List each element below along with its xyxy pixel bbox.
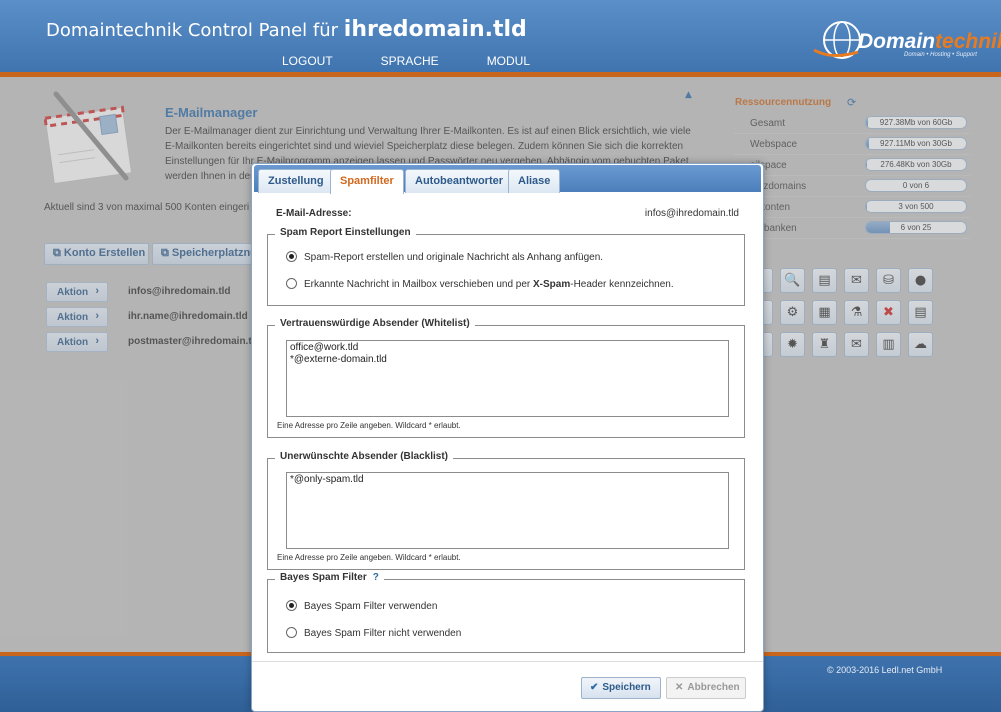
whitelist-legend: Vertrauenswürdige Absender (Whitelist)	[275, 318, 475, 329]
spam-report-option-move[interactable]: Erkannte Nachricht in Mailbox verschiebe…	[286, 278, 674, 290]
blacklist-fieldset: Unerwünschte Absender (Blacklist) Eine A…	[267, 451, 745, 570]
domaintechnik-logo: Domaintechnik Domain • Hosting • Support	[812, 16, 1001, 68]
cancel-label: Abbrechen	[687, 682, 740, 693]
nav-language[interactable]: SPRACHE	[381, 54, 439, 68]
help-icon[interactable]: ?	[373, 572, 379, 583]
globe-logo-icon	[813, 21, 861, 59]
blacklist-legend: Unerwünschte Absender (Blacklist)	[275, 451, 454, 462]
save-label: Speichern	[602, 682, 651, 693]
divider	[252, 661, 763, 662]
main-nav: LOGOUT SPRACHE MODUL	[282, 54, 578, 68]
spam-report-fieldset: Spam Report Einstellungen Spam-Report er…	[267, 227, 745, 306]
radio-button[interactable]	[286, 627, 297, 638]
bayes-legend: Bayes Spam Filter?	[275, 572, 384, 583]
bayes-option-use[interactable]: Bayes Spam Filter verwenden	[286, 600, 437, 612]
logo-tagline: Domain • Hosting • Support	[904, 52, 977, 58]
nav-module[interactable]: MODUL	[487, 54, 530, 68]
tab-aliase[interactable]: Aliase	[508, 169, 561, 193]
radio-button[interactable]	[286, 278, 297, 289]
nav-logout[interactable]: LOGOUT	[282, 54, 333, 68]
tab-bar: Zustellung Spamfilter Autobeantworter Al…	[254, 165, 761, 194]
whitelist-textarea[interactable]	[286, 340, 729, 417]
close-icon: ✕	[675, 682, 684, 693]
email-value: infos@ihredomain.tld	[644, 208, 739, 219]
tab-autobeantworter[interactable]: Autobeantworter	[405, 169, 513, 193]
option-label-bold: X-Spam	[533, 279, 571, 290]
title-prefix: Domaintechnik Control Panel für	[46, 20, 339, 41]
option-label-tail: -Header kennzeichnen.	[570, 279, 674, 290]
spamfilter-dialog: Zustellung Spamfilter Autobeantworter Al…	[251, 163, 764, 712]
bayes-option-disable[interactable]: Bayes Spam Filter nicht verwenden	[286, 627, 461, 639]
blacklist-textarea[interactable]	[286, 472, 729, 549]
radio-button[interactable]	[286, 251, 297, 262]
email-label: E-Mail-Adresse:	[276, 208, 352, 219]
tab-zustellung[interactable]: Zustellung	[258, 169, 334, 193]
cancel-button[interactable]: ✕ Abbrechen	[666, 677, 746, 699]
whitelist-fieldset: Vertrauenswürdige Absender (Whitelist) E…	[267, 318, 745, 438]
save-button[interactable]: ✔ Speichern	[581, 677, 661, 699]
spam-report-option-attach[interactable]: Spam-Report erstellen und originale Nach…	[286, 251, 603, 263]
logo-main: Domain	[858, 30, 936, 53]
spam-report-legend: Spam Report Einstellungen	[275, 227, 416, 238]
title-domain: ihredomain.tld	[343, 17, 527, 42]
copyright: © 2003-2016 Ledl.net GmbH	[827, 665, 943, 675]
option-label: Bayes Spam Filter verwenden	[304, 601, 438, 612]
check-icon: ✔	[590, 682, 599, 693]
blacklist-hint: Eine Adresse pro Zeile angeben. Wildcard…	[277, 553, 461, 562]
option-label: Bayes Spam Filter nicht verwenden	[304, 628, 462, 639]
bayes-fieldset: Bayes Spam Filter? Bayes Spam Filter ver…	[267, 572, 745, 653]
radio-button[interactable]	[286, 600, 297, 611]
tab-spamfilter[interactable]: Spamfilter	[330, 169, 404, 194]
option-label: Erkannte Nachricht in Mailbox verschiebe…	[304, 279, 534, 290]
whitelist-hint: Eine Adresse pro Zeile angeben. Wildcard…	[277, 421, 461, 430]
page-title: Domaintechnik Control Panel für ihredoma…	[46, 17, 527, 42]
option-label: Spam-Report erstellen und originale Nach…	[304, 252, 604, 263]
bayes-legend-text: Bayes Spam Filter	[280, 572, 367, 583]
app-header: Domaintechnik Control Panel für ihredoma…	[0, 0, 1001, 75]
logo-accent: technik	[935, 30, 1001, 53]
